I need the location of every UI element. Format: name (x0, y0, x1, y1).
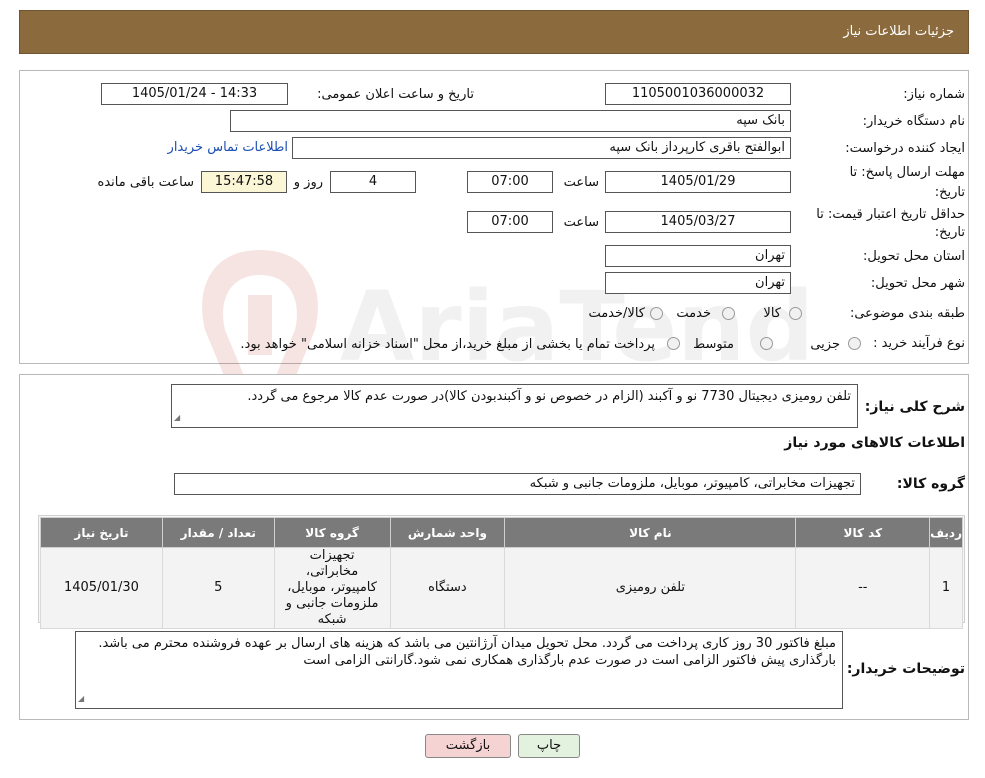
cell-unit: دستگاه (389, 547, 506, 629)
cell-name: تلفن رومیزی (504, 547, 797, 629)
buyer-org-label: نام دستگاه خریدار: (862, 114, 965, 129)
goods-group-field: تجهیزات مخابراتی، کامپیوتر، موبایل، ملزو… (174, 473, 861, 495)
days-label: روز و (293, 175, 323, 190)
goods-info-title: اطلاعات کالاهای مورد نیاز (784, 435, 965, 451)
cell-quantity: 5 (161, 547, 275, 629)
purchase-option-medium: متوسط (693, 337, 734, 352)
col-unit: واحد شمارش (389, 517, 506, 548)
category-label: طبقه بندی موضوعی: (849, 306, 965, 321)
city-field: تهران (605, 272, 791, 294)
requester-label: ایجاد کننده درخواست: (845, 141, 965, 156)
validity-label-line2: تاریخ: (934, 225, 965, 240)
col-code: کد کالا (795, 517, 931, 548)
table-row: 1 -- تلفن رومیزی دستگاه تجهیزات مخابراتی… (40, 547, 963, 629)
buyer-notes-text: مبلغ فاکتور 30 روز کاری پرداخت می گردد. … (98, 636, 836, 668)
province-field: تهران (605, 245, 791, 267)
deadline-label-line2: تاریخ: (934, 185, 965, 200)
days-remaining-field: 4 (330, 171, 416, 193)
summary-label: شرح کلی نیاز: (864, 399, 965, 415)
announce-label: تاریخ و ساعت اعلان عمومی: (317, 87, 474, 102)
col-quantity: تعداد / مقدار (161, 517, 275, 548)
purchase-radio-medium[interactable] (760, 337, 773, 350)
buyer-notes-label: توضیحات خریدار: (846, 661, 965, 677)
summary-textarea: تلفن رومیزی دیجیتال 7730 نو و آکبند (الز… (171, 384, 858, 428)
col-need-date: تاریخ نیاز (40, 517, 163, 548)
summary-text: تلفن رومیزی دیجیتال 7730 نو و آکبند (الز… (247, 389, 851, 404)
cell-group: تجهیزات مخابراتی، کامپیوتر، موبایل، ملزو… (273, 547, 391, 629)
cell-row: 1 (929, 547, 963, 629)
cell-code: -- (795, 547, 931, 629)
validity-time-field: 07:00 (467, 211, 553, 233)
cell-need-date: 1405/01/30 (40, 547, 163, 629)
announce-field: 1405/01/24 - 14:33 (101, 83, 288, 105)
province-label: استان محل تحویل: (863, 249, 965, 264)
buyer-contact-link[interactable]: اطلاعات تماس خریدار (168, 140, 288, 155)
print-button[interactable]: چاپ (518, 734, 580, 758)
deadline-time-label: ساعت (563, 175, 599, 190)
category-radio-goods[interactable] (789, 307, 802, 320)
table-header-row: ردیف کد کالا نام کالا واحد شمارش گروه کا… (40, 517, 963, 548)
buyer-notes-textarea: مبلغ فاکتور 30 روز کاری پرداخت می گردد. … (75, 631, 843, 709)
remaining-time-field: 15:47:58 (201, 171, 287, 193)
goods-group-label: گروه کالا: (896, 476, 965, 492)
need-number-label: شماره نیاز: (903, 87, 965, 102)
validity-label-line1: حداقل تاریخ اعتبار قیمت: تا (816, 207, 965, 222)
deadline-date-field: 1405/01/29 (605, 171, 791, 193)
deadline-label-line1: مهلت ارسال پاسخ: تا (849, 165, 965, 180)
col-group: گروه کالا (273, 517, 391, 548)
remaining-time-label: ساعت باقی مانده (97, 175, 194, 190)
purchase-type-label: نوع فرآیند خرید : (873, 336, 965, 351)
treasury-note: پرداخت تمام یا بخشی از مبلغ خرید،از محل … (240, 337, 655, 352)
page-header: جزئیات اطلاعات نیاز (19, 10, 969, 54)
category-option-goods-service: کالا/خدمت (588, 306, 645, 321)
buyer-org-field: بانک سپه (230, 110, 791, 132)
deadline-time-field: 07:00 (467, 171, 553, 193)
resize-grip-icon[interactable]: ◢ (78, 690, 84, 707)
items-table: ردیف کد کالا نام کالا واحد شمارش گروه کا… (40, 517, 963, 629)
purchase-radio-minor[interactable] (848, 337, 861, 350)
category-option-goods: کالا (763, 306, 781, 321)
requester-field: ابوالفتح باقری کارپرداز بانک سپه (292, 137, 791, 159)
col-row: ردیف (929, 517, 963, 548)
validity-time-label: ساعت (563, 215, 599, 230)
resize-grip-icon[interactable]: ◢ (174, 409, 180, 426)
treasury-checkbox[interactable] (667, 337, 680, 350)
col-name: نام کالا (504, 517, 797, 548)
city-label: شهر محل تحویل: (870, 276, 965, 291)
category-radio-service[interactable] (722, 307, 735, 320)
category-option-service: خدمت (676, 306, 711, 321)
page-title: جزئیات اطلاعات نیاز (843, 24, 954, 39)
back-button[interactable]: بازگشت (425, 734, 511, 758)
category-radio-goods-service[interactable] (650, 307, 663, 320)
need-number-field: 1105001036000032 (605, 83, 791, 105)
validity-date-field: 1405/03/27 (605, 211, 791, 233)
purchase-option-minor: جزیی (810, 337, 840, 352)
